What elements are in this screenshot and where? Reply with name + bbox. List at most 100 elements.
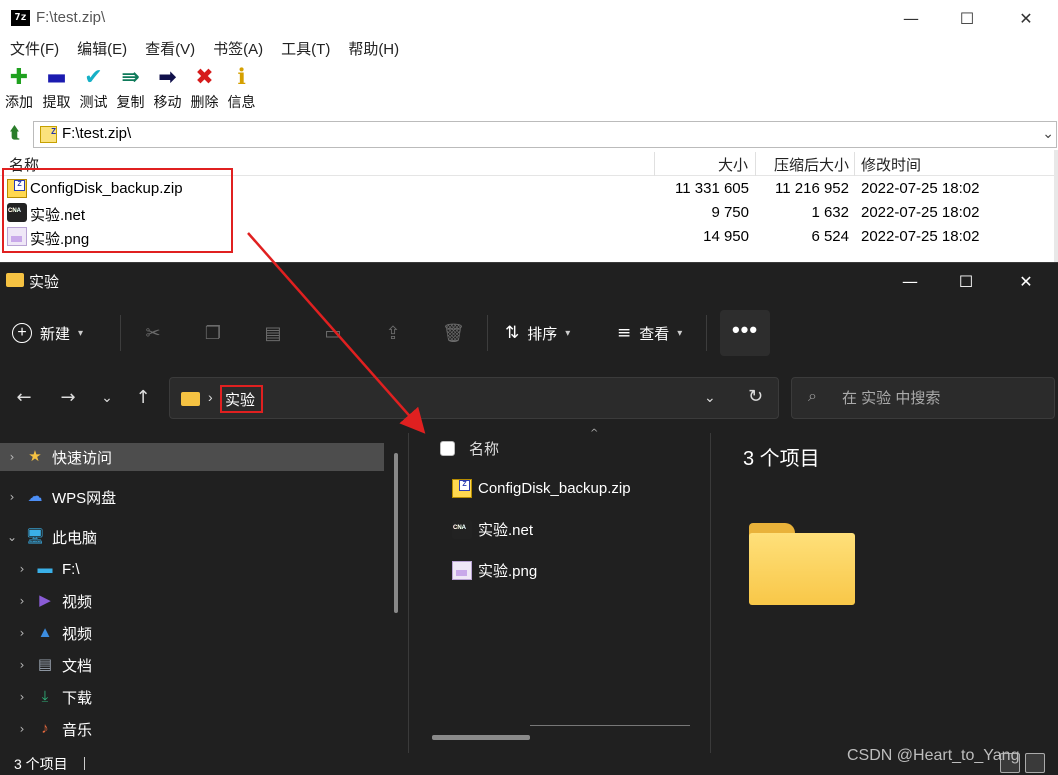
table-row[interactable]: ConfigDisk_backup.zip 11 331 605 11 216 … (0, 177, 1058, 201)
zip-window-title: F:\test.zip\ (36, 9, 106, 26)
breadcrumb[interactable]: 实验 (225, 389, 255, 410)
menu-view[interactable]: 查看(V) (136, 39, 204, 61)
explorer-maximize-button[interactable]: ☐ (943, 263, 989, 299)
sort-button[interactable]: ⇅ 排序 ▾ (505, 313, 570, 353)
test-button[interactable]: ✔ 测试 (75, 64, 112, 116)
col-divider[interactable] (654, 152, 655, 176)
chevron-right-icon[interactable]: › (10, 594, 34, 608)
menu-tools[interactable]: 工具(T) (272, 39, 339, 61)
col-name[interactable]: 名称 (9, 154, 39, 175)
zip-address-field[interactable]: Z F:\test.zip\ ⌄ (33, 121, 1057, 148)
refresh-icon[interactable]: ↻ (748, 386, 763, 407)
col-divider[interactable] (755, 152, 756, 176)
zip-column-headers: 名称 大小 压缩后大小 修改时间 (0, 152, 1058, 176)
folder-up-icon[interactable]: ⮬ (4, 123, 26, 145)
chevron-right-icon[interactable]: › (10, 658, 34, 672)
col-size[interactable]: 大小 (718, 154, 748, 175)
more-options-button[interactable]: ••• (720, 310, 770, 356)
explorer-minimize-button[interactable]: — (887, 263, 933, 299)
zip-scrollbar[interactable] (1054, 150, 1058, 262)
up-arrow-icon[interactable]: ↑ (131, 386, 155, 410)
sidebar-item-quick-access[interactable]: › ★ 快速访问 (0, 443, 384, 471)
file-modified: 2022-07-25 18:02 (861, 180, 980, 197)
chevron-down-icon[interactable]: ⌄ (1042, 125, 1054, 142)
move-button[interactable]: ➡ 移动 (149, 64, 186, 116)
chevron-right-icon[interactable]: › (10, 722, 34, 736)
back-arrow-icon[interactable]: ← (12, 386, 36, 410)
sort-label: 排序 (527, 325, 558, 343)
file-name: ConfigDisk_backup.zip (478, 479, 631, 497)
sort-icon: ⇅ (505, 323, 520, 343)
pane-divider[interactable] (408, 433, 409, 753)
search-box[interactable]: ⌕ (791, 377, 1055, 419)
explorer-close-button[interactable]: ✕ (1003, 263, 1049, 299)
delete-icon[interactable]: 🗑 (442, 323, 465, 345)
zip-maximize-button[interactable]: ☐ (944, 0, 990, 36)
list-horizontal-scrollbar[interactable] (432, 735, 530, 740)
menu-edit[interactable]: 编辑(E) (68, 39, 136, 61)
select-all-checkbox[interactable] (440, 441, 455, 456)
7zip-logo-icon: 7z (11, 10, 30, 26)
chevron-down-icon[interactable]: ⌄ (704, 389, 716, 406)
chevron-right-icon[interactable]: › (0, 490, 24, 504)
sidebar-item-f-drive[interactable]: › ▬ F:\ (10, 555, 394, 583)
search-input[interactable] (842, 390, 1042, 407)
chevron-down-icon[interactable]: ⌄ (0, 530, 24, 544)
sidebar-item-videos[interactable]: › ▶ 视频 (10, 587, 394, 615)
forward-arrow-icon[interactable]: → (56, 386, 80, 410)
menu-file[interactable]: 文件(F) (0, 39, 68, 61)
menu-bookmarks[interactable]: 书签(A) (204, 39, 272, 61)
recent-chevron-icon[interactable]: ⌄ (95, 386, 119, 410)
table-row[interactable]: 实验.net 9 750 1 632 2022-07-25 18:02 (0, 201, 1058, 225)
list-item[interactable]: ConfigDisk_backup.zip (452, 475, 631, 501)
add-button[interactable]: ✚ 添加 (0, 64, 38, 116)
paste-icon[interactable]: ▤ (262, 323, 284, 345)
chevron-right-icon[interactable]: › (10, 626, 34, 640)
chevron-right-icon[interactable]: › (10, 562, 34, 576)
delete-button[interactable]: ✖ 删除 (186, 64, 223, 116)
list-item[interactable]: 实验.png (452, 557, 537, 583)
table-row[interactable]: 实验.png 14 950 6 524 2022-07-25 18:02 (0, 225, 1058, 249)
copy-button[interactable]: ⇛ 复制 (112, 64, 149, 116)
tiles-view-icon[interactable] (1025, 753, 1045, 773)
status-item-count: 3 个项目 (14, 756, 68, 772)
column-name-header[interactable]: 名称 (469, 438, 499, 459)
new-button[interactable]: + 新建 ▾ (12, 313, 83, 353)
file-name: 实验.net (30, 207, 86, 224)
zip-minimize-button[interactable]: — (888, 0, 934, 36)
sidebar-item-music[interactable]: › ♪ 音乐 (10, 715, 394, 743)
png-file-icon (7, 227, 27, 246)
share-icon[interactable]: ⇪ (382, 323, 404, 345)
sidebar-item-label: 快速访问 (52, 449, 113, 467)
explorer-titlebar: 实验 — ☐ ✕ (0, 263, 1058, 298)
pane-divider[interactable] (710, 433, 711, 753)
info-button[interactable]: ℹ 信息 (223, 64, 260, 116)
cut-icon[interactable]: ✂ (142, 323, 164, 345)
divider (84, 757, 85, 770)
sidebar-item-downloads[interactable]: › ⤓ 下载 (10, 683, 394, 711)
nav-scrollbar[interactable] (394, 453, 398, 613)
chevron-right-icon[interactable]: › (0, 450, 24, 464)
address-bar[interactable]: › 实验 ⌄ ↻ (169, 377, 779, 419)
col-divider[interactable] (854, 152, 855, 176)
view-button[interactable]: ≡ 查看 ▾ (617, 313, 682, 353)
col-packed-size[interactable]: 压缩后大小 (774, 154, 849, 175)
file-name: 实验.net (478, 521, 534, 539)
sidebar-item-documents[interactable]: › ▤ 文档 (10, 651, 394, 679)
list-item[interactable]: 实验.net (452, 516, 533, 542)
extract-button[interactable]: ▬ 提取 (38, 64, 75, 116)
sidebar-item-wps-cloud[interactable]: › ☁ WPS网盘 (0, 483, 384, 511)
file-size: 11 331 605 (675, 180, 749, 197)
net-file-icon (7, 203, 27, 222)
zip-close-button[interactable]: ✕ (1003, 0, 1049, 36)
sidebar-item-label: 此电脑 (52, 529, 98, 547)
sidebar-item-this-pc[interactable]: ⌄ 🖥 此电脑 (0, 523, 384, 551)
copy-icon[interactable]: ❐ (202, 323, 224, 345)
col-modified[interactable]: 修改时间 (861, 154, 921, 175)
menu-help[interactable]: 帮助(H) (339, 39, 408, 61)
sidebar-item-label: 视频 (62, 625, 93, 643)
item-count: 3 个项目 (743, 448, 820, 470)
chevron-right-icon[interactable]: › (10, 690, 34, 704)
rename-icon[interactable]: ▭ (322, 323, 344, 345)
sidebar-item-pictures[interactable]: › ▲ 视频 (10, 619, 394, 647)
